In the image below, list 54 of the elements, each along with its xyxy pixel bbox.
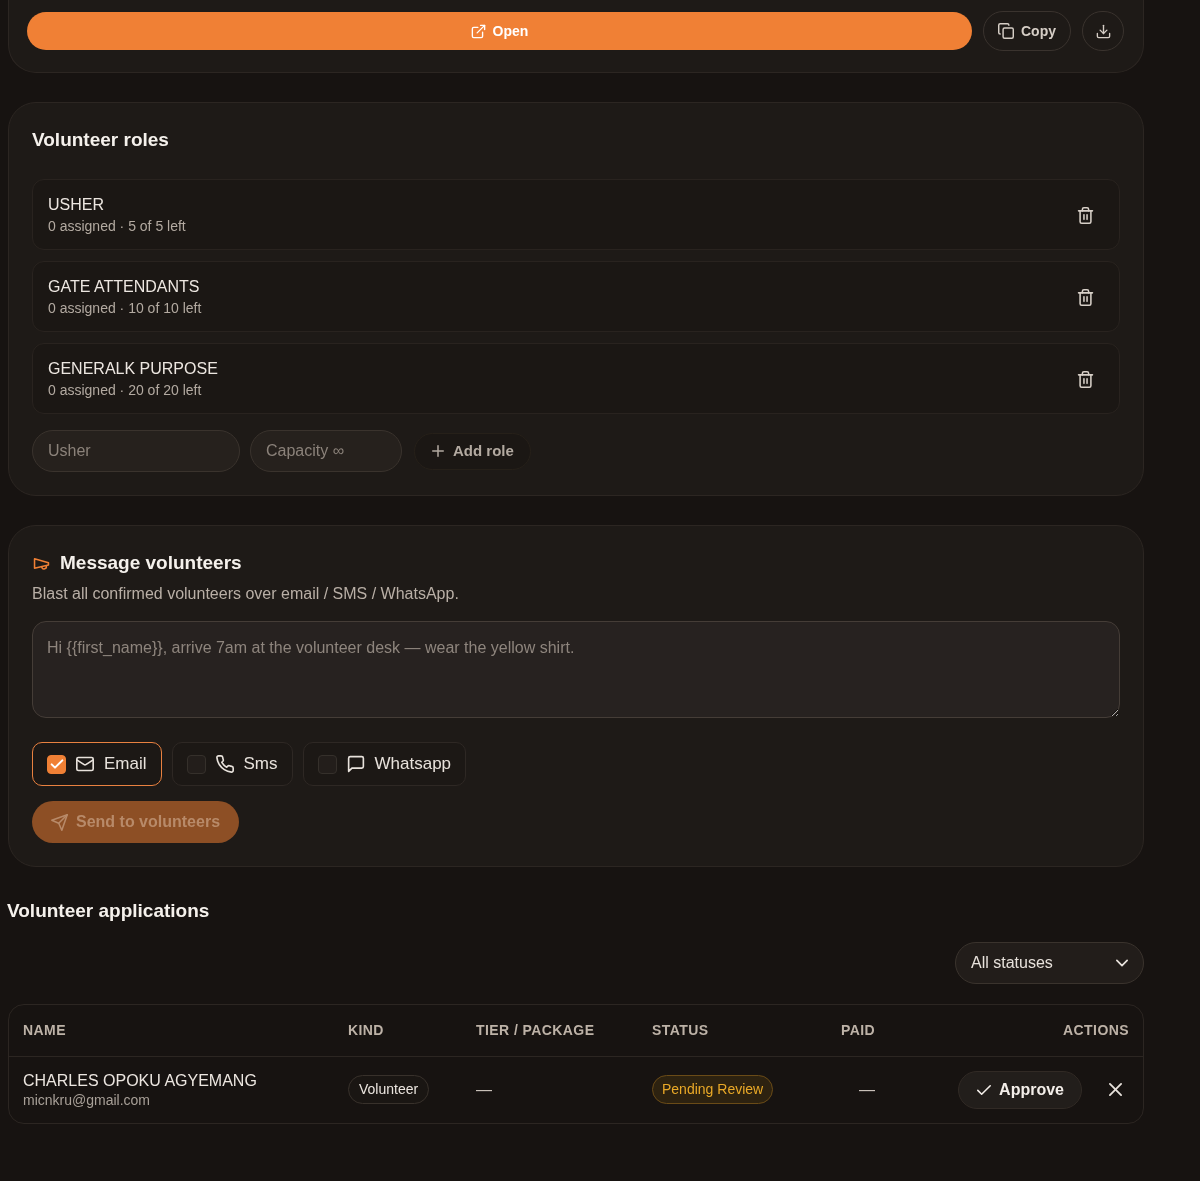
delete-button[interactable] (1077, 206, 1094, 224)
column-header: ACTIONS (927, 1005, 1143, 1056)
reject-button[interactable] (1109, 1083, 1122, 1097)
column-header: STATUS (638, 1005, 827, 1056)
plus-icon (432, 445, 444, 457)
section-title: Volunteer roles (32, 128, 170, 152)
column-header: PAID (827, 1005, 927, 1056)
external-link-icon (470, 23, 486, 39)
kind-badge: Volunteer (348, 1075, 430, 1105)
role-summary: 0 assigned · 10 of 10 left (48, 299, 203, 318)
send-icon (51, 813, 68, 831)
close-icon (1109, 1083, 1122, 1097)
role-name: USHER (48, 195, 105, 215)
applicant-email: micnkru@gmail.com (23, 1090, 151, 1110)
message-field[interactable]: Hi {{first_name}}, arrive 7am at the volunteer desk — wear the yellow shirt. (32, 621, 1120, 718)
table-cell: — (859, 1080, 875, 1098)
chevron-down-icon (1116, 957, 1128, 969)
capacity-field[interactable]: Capacity ∞ (250, 430, 402, 472)
channel-toggle[interactable]: Whatsapp (302, 742, 467, 786)
role-name-field[interactable]: Usher (32, 430, 240, 472)
download-button[interactable] (1082, 11, 1124, 51)
approve-button[interactable]: Approve (958, 1070, 1082, 1109)
section-title: Message volunteers (60, 551, 242, 575)
delete-button[interactable] (1077, 370, 1094, 388)
phone-icon (215, 755, 234, 773)
role-name: GATE ATTENDANTS (48, 277, 201, 297)
checkbox[interactable] (317, 754, 337, 774)
checkbox[interactable] (47, 754, 66, 774)
check-icon (977, 1082, 992, 1097)
channel-toggle[interactable]: Email (32, 742, 162, 786)
section-title: Volunteer applications (7, 899, 211, 923)
checkbox[interactable] (186, 754, 206, 774)
applicant-name: CHARLES OPOKU AGYEMANG (23, 1070, 258, 1091)
channel-toggle[interactable]: Sms (171, 742, 293, 786)
trash-icon (1077, 206, 1094, 224)
trash-icon (1077, 370, 1094, 388)
role-summary: 0 assigned · 20 of 20 left (48, 381, 203, 400)
status-select[interactable]: All statuses (955, 942, 1144, 984)
role-summary: 0 assigned · 5 of 5 left (48, 217, 187, 236)
trash-icon (1077, 288, 1094, 306)
role-name: GENERALK PURPOSE (48, 359, 219, 379)
column-header: TIER / PACKAGE (462, 1005, 638, 1056)
copy-button[interactable]: Copy (983, 11, 1071, 51)
download-icon (1095, 23, 1111, 39)
chat-bubble-icon (346, 755, 365, 773)
add-role-button[interactable]: Add role (414, 432, 531, 470)
copy-icon (998, 23, 1014, 39)
section-description: Blast all confirmed volunteers over email / SMS / WhatsApp. (32, 584, 460, 604)
column-header: KIND (334, 1005, 462, 1056)
column-header: NAME (9, 1005, 334, 1056)
delete-button[interactable] (1077, 288, 1094, 306)
mail-icon (76, 755, 94, 773)
status-badge: Pending Review (652, 1075, 774, 1105)
table-cell: — (476, 1080, 492, 1098)
